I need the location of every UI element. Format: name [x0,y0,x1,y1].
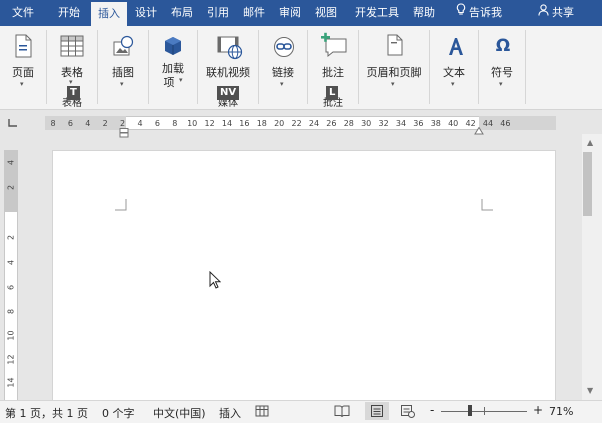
vertical-ruler-number: 14 [6,377,16,388]
tell-me-label: 告诉我 [469,6,502,19]
illustrations-button-label: 插图 [112,66,134,79]
print-layout-button[interactable] [365,402,389,420]
tab-layout[interactable]: 布局 [166,0,198,26]
insert-mode-indicator[interactable]: 插入 [219,405,241,421]
tab-developer[interactable]: 开发工具 [350,0,404,26]
page-button-label: 页面 [12,66,34,79]
symbols-group[interactable]: Ω 符号 ▾ [479,26,525,110]
zoom-percentage[interactable]: 71% [549,405,573,418]
chevron-down-icon: ▾ [120,80,124,88]
margin-corner-mark [481,199,493,211]
header-footer-group[interactable]: 页眉和页脚 ▾ [359,26,429,110]
share-label: 共享 [552,6,574,19]
tab-home[interactable]: 开始 [52,0,86,26]
word-count[interactable]: 0 个字 [102,405,135,421]
tell-me-button[interactable]: 告诉我 [448,0,510,26]
tab-view[interactable]: 视图 [310,0,342,26]
zoom-in-button[interactable]: + [533,403,543,417]
online-video-button-label: 联机视频 [206,66,250,79]
tab-help[interactable]: 帮助 [408,0,440,26]
symbol-button-label: 符号 [491,66,513,79]
tab-selector-icon[interactable] [6,117,20,129]
keytip-table: T [67,86,80,100]
vertical-ruler-number: 2 [6,184,16,191]
tab-design[interactable]: 设计 [130,0,162,26]
new-comment-icon [320,32,348,61]
chevron-down-icon: ▾ [69,78,73,86]
shapes-icon [112,34,136,61]
svg-text:Ω: Ω [496,36,510,56]
chevron-down-icon: ▾ [20,80,24,88]
chevron-down-icon: ▾ [499,80,503,88]
online-video-icon [217,34,243,63]
keytip-online-video: NV [217,86,240,100]
text-button-label: 文本 [443,66,465,79]
keytip-comment: L [326,86,339,100]
links-group[interactable]: 链接 ▾ [259,26,307,110]
lightbulb-icon [456,0,466,26]
mouse-cursor-icon [209,270,222,292]
read-mode-icon[interactable] [334,404,350,421]
addins-group[interactable]: 加载 项 ▾ [149,26,197,110]
person-icon [538,0,549,26]
macro-record-icon[interactable] [255,404,269,421]
page-count[interactable]: 第 1 页，共 1 页 [5,405,88,421]
zoom-out-button[interactable]: - [430,403,434,417]
text-box-icon [445,35,465,60]
text-group[interactable]: 文本 ▾ [430,26,478,110]
vertical-ruler-number: 6 [6,284,16,291]
tab-insert[interactable]: 插入 [91,2,127,26]
tab-references[interactable]: 引用 [202,0,234,26]
zoom-slider-thumb[interactable] [468,405,473,416]
tab-mailings[interactable]: 邮件 [238,0,270,26]
link-icon [273,36,295,61]
chevron-down-icon: ▾ [391,80,395,88]
scroll-down-icon[interactable]: ▼ [587,386,593,395]
illustrations-group[interactable]: 插图 ▾ [98,26,148,110]
chevron-down-icon: ▾ [280,80,284,88]
tab-review[interactable]: 审阅 [274,0,306,26]
document-page[interactable] [52,150,556,402]
ribbon-insert-panel: 页面 ▾ 表格 ▾ 表格 插图 ▾ 加载 项 ▾ 联机视频 媒体 链接 ▾ 批注… [0,26,602,110]
vertical-ruler-number: 2 [6,234,16,241]
table-icon [60,35,84,60]
indent-marker[interactable] [119,128,129,138]
vertical-ruler-number: 4 [6,259,16,266]
share-button[interactable]: 共享 [532,0,580,26]
web-layout-icon[interactable] [401,404,415,421]
page-icon [13,34,33,61]
language-indicator[interactable]: 中文(中国) [153,405,206,421]
page-group[interactable]: 页面 ▾ [0,26,46,110]
ruler-number: 46 [500,119,511,128]
omega-icon: Ω [492,34,514,59]
divider [525,30,526,104]
vertical-ruler-number: 4 [6,159,16,166]
print-layout-icon [371,405,383,420]
store-icon [163,36,183,59]
vertical-ruler-number: 8 [6,308,16,315]
header-footer-button-label: 页眉和页脚 [366,66,422,79]
tab-file[interactable]: 文件 [6,0,40,26]
margin-corner-mark [115,199,127,211]
scrollbar-thumb[interactable] [583,152,592,216]
zoom-center-mark [484,407,485,415]
vertical-ruler-number: 12 [6,354,16,365]
link-button-label: 链接 [272,66,294,79]
header-footer-icon [386,34,404,59]
right-indent-marker[interactable] [474,125,484,135]
ribbon-tab-bar: 文件 开始 插入 设计 布局 引用 邮件 审阅 视图 开发工具 帮助 告诉我 共… [0,0,602,26]
chevron-down-icon: ▾ [179,76,183,84]
scroll-up-icon[interactable]: ▲ [587,138,593,147]
comment-button-label: 批注 [322,66,344,79]
chevron-down-icon: ▾ [451,80,455,88]
vertical-ruler-number: 10 [6,330,16,341]
